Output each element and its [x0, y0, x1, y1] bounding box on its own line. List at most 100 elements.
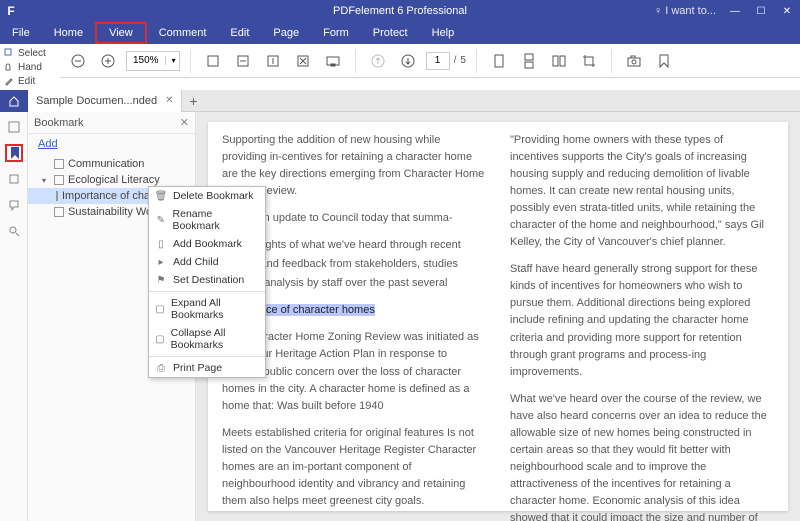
page-sep: / — [454, 55, 457, 66]
zoom-in-button[interactable] — [96, 49, 120, 73]
ctx-delete-bookmark[interactable]: 🗑 Delete Bookmark — [149, 187, 265, 205]
divider — [611, 49, 612, 73]
menu-file[interactable]: File — [0, 22, 42, 44]
fit-page-button[interactable] — [231, 49, 255, 73]
ctx-label: Add Bookmark — [173, 238, 242, 250]
ctx-label: Print Page — [173, 362, 222, 374]
hand-tool[interactable]: Hand — [4, 60, 56, 74]
comments-button[interactable] — [5, 196, 23, 214]
close-tab-button[interactable]: ✕ — [165, 95, 173, 106]
select-label: Select — [18, 48, 46, 59]
menu-view[interactable]: View — [95, 22, 147, 44]
document-tab-label: Sample Documen...nded — [36, 95, 157, 107]
actual-size-button[interactable] — [201, 49, 225, 73]
ctx-label: Expand All Bookmarks — [171, 297, 259, 321]
prev-page-button[interactable] — [366, 49, 390, 73]
divider — [476, 49, 477, 73]
menu-help[interactable]: Help — [420, 22, 467, 44]
close-panel-button[interactable]: ✕ — [180, 116, 189, 129]
ctx-add-child[interactable]: ▸Add Child — [149, 253, 265, 271]
tab-strip: Sample Documen...nded ✕ + — [0, 90, 800, 112]
fullscreen-button[interactable] — [321, 49, 345, 73]
bookmark-item[interactable]: Communication — [28, 156, 195, 172]
hand-label: Hand — [18, 62, 42, 73]
ctx-print-page[interactable]: ⎙ Print Page — [149, 359, 265, 377]
bookmark-icon — [54, 175, 64, 185]
menu-protect[interactable]: Protect — [361, 22, 420, 44]
next-page-button[interactable] — [396, 49, 420, 73]
bookmark-panel-title: Bookmark — [34, 117, 84, 129]
zoom-out-button[interactable] — [66, 49, 90, 73]
page-input[interactable] — [426, 52, 450, 70]
document-tab[interactable]: Sample Documen...nded ✕ — [28, 90, 182, 112]
menu-edit[interactable]: Edit — [218, 22, 261, 44]
bookmark-add-icon: ▯ — [155, 238, 167, 250]
thumbnails-button[interactable] — [5, 118, 23, 136]
page-indicator: / 5 — [426, 52, 466, 70]
bookmark-panel: Bookmark ✕ Add Communication ▾ Ecological… — [28, 112, 196, 521]
menu-page[interactable]: Page — [261, 22, 311, 44]
trash-icon: 🗑 — [155, 190, 167, 202]
ctx-collapse-all[interactable]: ▢Collapse All Bookmarks — [149, 324, 265, 354]
ctx-label: Collapse All Bookmarks — [171, 327, 259, 351]
select-tool[interactable]: Select — [4, 46, 56, 60]
side-nav — [0, 112, 28, 521]
single-page-button[interactable] — [487, 49, 511, 73]
i-want-to-label: I want to... — [665, 5, 716, 17]
paragraph: What we've heard over the course of the … — [510, 391, 774, 521]
ctx-set-destination[interactable]: ⚑ Set Destination — [149, 271, 265, 289]
minimize-button[interactable]: — — [722, 0, 748, 22]
continuous-button[interactable] — [517, 49, 541, 73]
ctx-add-bookmark[interactable]: ▯ Add Bookmark — [149, 235, 265, 253]
ctx-label: Delete Bookmark — [173, 190, 254, 202]
pdf-page: Supporting the addition of new housing w… — [208, 122, 788, 511]
search-button[interactable] — [5, 222, 23, 240]
bookmark-icon — [54, 207, 64, 217]
bookmark-icon — [54, 159, 64, 169]
document-viewport[interactable]: Supporting the addition of new housing w… — [196, 112, 800, 521]
fit-width-button[interactable] — [261, 49, 285, 73]
divider — [355, 49, 356, 73]
flag-icon: ⚑ — [155, 274, 167, 286]
maximize-button[interactable]: ☐ — [748, 0, 774, 22]
ctx-expand-all[interactable]: ▢ Expand All Bookmarks — [149, 294, 265, 324]
ctx-rename-bookmark[interactable]: ✎Rename Bookmark — [149, 205, 265, 235]
divider — [149, 291, 265, 292]
close-button[interactable]: ✕ — [774, 0, 800, 22]
ctx-label: Set Destination — [173, 274, 244, 286]
expand-icon: ▢ — [155, 303, 165, 315]
title-bar: F PDFelement 6 Professional ♀ I want to.… — [0, 0, 800, 22]
pointer-tools: Select Hand Edit — [0, 44, 60, 90]
i-want-to-button[interactable]: ♀ I want to... — [648, 5, 722, 17]
menu-bar: File Home View Comment Edit Page Form Pr… — [0, 22, 800, 44]
bookmarks-button[interactable] — [5, 144, 23, 162]
snapshot-button[interactable] — [622, 49, 646, 73]
fit-height-button[interactable] — [291, 49, 315, 73]
app-logo: F — [0, 0, 22, 22]
bookmark-label: Communication — [68, 158, 144, 170]
home-tab-button[interactable] — [0, 90, 28, 112]
menu-comment[interactable]: Comment — [147, 22, 219, 44]
view-ribbon: 150%▾ / 5 — [60, 44, 800, 78]
edit-tool[interactable]: Edit — [4, 74, 56, 88]
attachments-button[interactable] — [5, 170, 23, 188]
zoom-level[interactable]: 150%▾ — [126, 51, 180, 71]
app-title: PDFelement 6 Professional — [333, 5, 467, 17]
chevron-down-icon[interactable]: ▾ — [165, 56, 179, 65]
menu-form[interactable]: Form — [311, 22, 361, 44]
bookmark-label: Ecological Literacy — [68, 174, 160, 186]
bookmark-context-menu: 🗑 Delete Bookmark ✎Rename Bookmark ▯ Add B… — [148, 186, 266, 378]
add-tab-button[interactable]: + — [182, 93, 204, 109]
pencil-icon: ✎ — [155, 214, 167, 226]
bookmark-ribbon-button[interactable] — [652, 49, 676, 73]
bulb-icon: ♀ — [654, 5, 662, 17]
ctx-label: Add Child — [173, 256, 219, 268]
crop-button[interactable] — [577, 49, 601, 73]
edit-label: Edit — [18, 76, 35, 87]
collapse-icon[interactable]: ▾ — [42, 176, 50, 185]
facing-button[interactable] — [547, 49, 571, 73]
add-bookmark-link[interactable]: Add — [28, 134, 195, 154]
bookmark-icon — [56, 191, 58, 201]
print-icon: ⎙ — [155, 362, 167, 374]
menu-home[interactable]: Home — [42, 22, 95, 44]
